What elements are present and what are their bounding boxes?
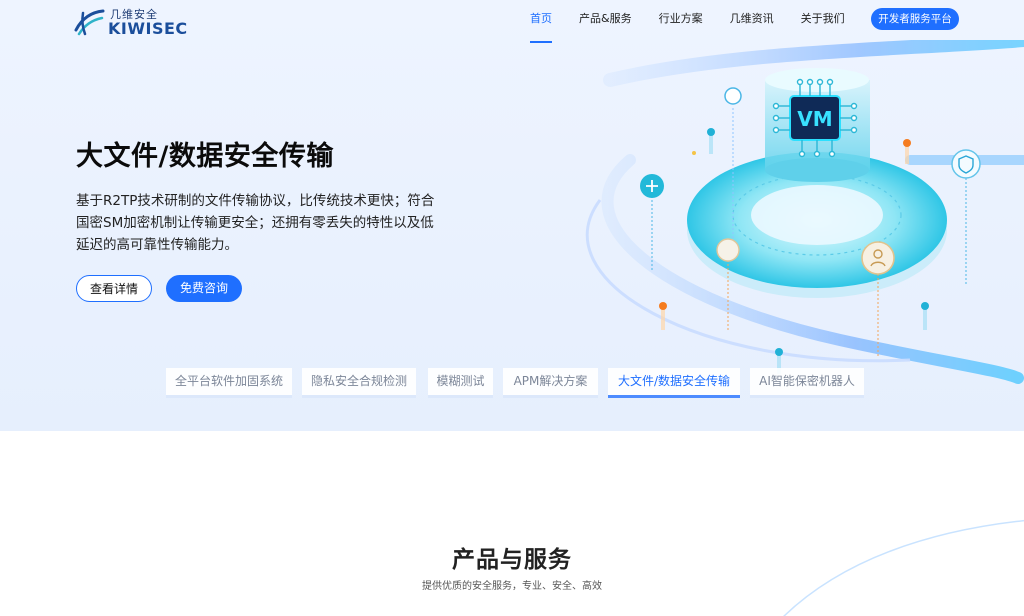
main-nav: 首页 产品&服务 行业方案 几维资讯 关于我们	[530, 0, 872, 44]
free-consult-button[interactable]: 免费咨询	[166, 275, 242, 302]
tab-app-hardening[interactable]: 全平台软件加固系统	[166, 368, 292, 398]
nav-item-solutions[interactable]: 行业方案	[659, 0, 703, 44]
tab-fuzz-testing[interactable]: 模糊测试	[428, 368, 493, 398]
tab-large-file-transfer[interactable]: 大文件/数据安全传输	[608, 368, 740, 398]
nav-item-news[interactable]: 几维资讯	[730, 0, 774, 44]
nav-item-products[interactable]: 产品&服务	[579, 0, 632, 44]
nav-item-about[interactable]: 关于我们	[801, 0, 845, 44]
site-header: 几维安全 KIWISEC 首页 产品&服务 行业方案 几维资讯 关于我们 开发者…	[0, 0, 1024, 44]
vm-chip-label: VM	[797, 107, 832, 131]
tab-privacy-compliance[interactable]: 隐私安全合规检测	[302, 368, 416, 398]
kiwisec-logo-icon	[74, 9, 105, 36]
hero-description: 基于R2TP技术研制的文件传输协议，比传统技术更快；符合国密SM加密机制让传输更…	[76, 193, 435, 253]
tab-apm-solution[interactable]: APM解决方案	[503, 368, 598, 398]
tab-ai-robot[interactable]: AI智能保密机器人	[750, 368, 864, 398]
hero-banner: 几维安全 KIWISEC 首页 产品&服务 行业方案 几维资讯 关于我们 开发者…	[0, 0, 1024, 431]
page: 几维安全 KIWISEC 首页 产品&服务 行业方案 几维资讯 关于我们 开发者…	[0, 0, 1024, 616]
developer-platform-button[interactable]: 开发者服务平台	[871, 8, 959, 30]
nav-item-home[interactable]: 首页	[530, 0, 552, 44]
logo-english-name: KIWISEC	[108, 19, 188, 38]
decorative-arc	[783, 519, 1024, 616]
hero-title: 大文件/数据安全传输	[76, 141, 334, 172]
logo[interactable]: 几维安全 KIWISEC	[72, 4, 187, 38]
view-details-button[interactable]: 查看详情	[76, 275, 152, 302]
